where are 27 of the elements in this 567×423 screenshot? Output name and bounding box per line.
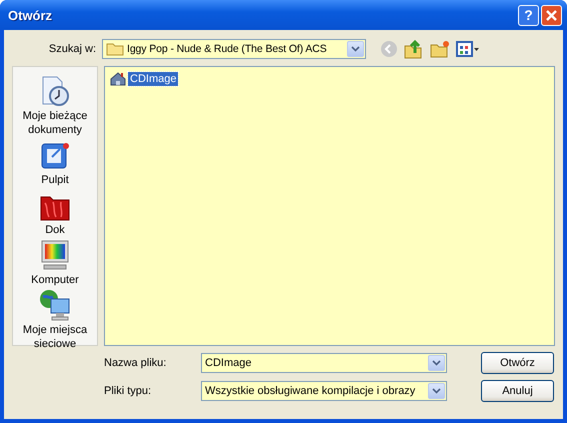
- file-type-label: Pliki typu:: [104, 385, 152, 397]
- place-label[interactable]: Moje bieżące dokumenty: [15, 109, 95, 137]
- cancel-button[interactable]: Anuluj: [481, 380, 554, 402]
- desktop-icon[interactable]: [40, 141, 70, 171]
- look-in-dropdown[interactable]: Iggy Pop - Nude & Rude (The Best Of) ACS: [102, 39, 366, 59]
- file-item[interactable]: CDImage: [128, 72, 178, 86]
- open-button[interactable]: Otwórz: [481, 352, 554, 374]
- recent-documents-icon[interactable]: [40, 75, 70, 107]
- place-label[interactable]: Pulpit: [41, 173, 69, 187]
- house-icon[interactable]: [110, 72, 126, 86]
- window-title: Otwórz: [8, 8, 54, 22]
- file-type-dropdown[interactable]: Wszystkie obsługiwane kompilacje i obrazy: [201, 381, 447, 401]
- folder-up-icon[interactable]: [404, 39, 424, 59]
- file-name-label: Nazwa pliku:: [104, 357, 168, 369]
- place-label[interactable]: Dok: [45, 223, 65, 237]
- view-menu-icon[interactable]: [456, 41, 480, 57]
- file-name-field[interactable]: CDImage: [201, 353, 447, 373]
- help-button[interactable]: ?: [518, 4, 539, 26]
- new-folder-icon[interactable]: [430, 40, 450, 58]
- folder-icon: [106, 42, 124, 56]
- look-in-label: Szukaj w:: [48, 43, 96, 55]
- place-label[interactable]: Moje miejsca sieciowe: [15, 323, 95, 351]
- close-button[interactable]: [541, 4, 562, 26]
- network-computer-icon[interactable]: [39, 289, 71, 321]
- close-icon: [545, 8, 558, 22]
- place-label[interactable]: Komputer: [31, 273, 79, 287]
- computer-icon[interactable]: [40, 239, 70, 271]
